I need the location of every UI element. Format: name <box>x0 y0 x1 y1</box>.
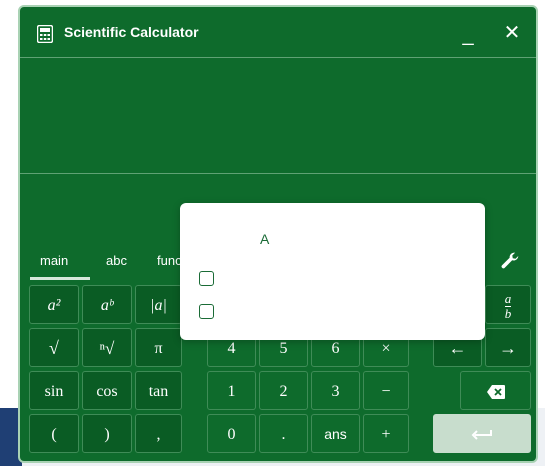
fraction-denominator: b <box>504 306 512 321</box>
key-tan[interactable]: tan <box>135 371 182 410</box>
minimize-button[interactable]: _ <box>456 25 480 49</box>
key-2-label: 2 <box>279 383 288 400</box>
key-nth-root[interactable]: ⁿ√ <box>82 328 132 367</box>
key-ans-label: ans <box>324 426 347 442</box>
key-a-squared[interactable]: a² <box>29 285 79 324</box>
wrench-icon[interactable] <box>499 250 521 272</box>
key-plus[interactable]: + <box>363 414 409 453</box>
key-square-root-label: √ <box>49 338 59 358</box>
key-ans[interactable]: ans <box>311 414 360 453</box>
key-plus-label: + <box>381 426 391 443</box>
dialog-checkbox-2[interactable] <box>199 304 214 319</box>
fraction-glyph: a b <box>504 291 512 321</box>
key-right-paren-label: ) <box>104 426 110 443</box>
key-square-root[interactable]: √ <box>29 328 79 367</box>
tab-main[interactable]: main <box>29 253 91 280</box>
backspace-icon <box>486 385 505 400</box>
key-decimal-label: . <box>281 426 286 443</box>
arrow-right-icon: → <box>499 338 517 358</box>
tab-abc[interactable]: abc <box>106 253 127 268</box>
key-nth-root-label: ⁿ√ <box>99 339 115 358</box>
key-sin-label: sin <box>44 383 64 400</box>
key-comma-label: , <box>156 426 161 443</box>
dialog-label: A <box>260 231 270 247</box>
key-tan-label: tan <box>148 383 169 400</box>
key-absolute[interactable]: |a| <box>135 285 182 324</box>
key-3[interactable]: 3 <box>311 371 360 410</box>
close-button[interactable]: ✕ <box>498 19 526 47</box>
key-fraction[interactable]: a b <box>485 285 531 324</box>
key-a-squared-label: a² <box>47 297 61 314</box>
key-decimal[interactable]: . <box>259 414 308 453</box>
key-backspace[interactable]: ⌫ <box>460 371 531 410</box>
key-1-label: 1 <box>227 383 236 400</box>
key-a-power-b[interactable]: aᵇ <box>82 285 132 324</box>
math-display[interactable] <box>20 58 536 174</box>
key-left-paren-label: ( <box>51 426 57 443</box>
key-minus-label: − <box>381 383 391 400</box>
popup-dialog: A <box>180 203 485 340</box>
key-absolute-label: |a| <box>150 297 167 314</box>
key-pi[interactable]: π <box>135 328 182 367</box>
tab-func[interactable]: func <box>157 253 182 268</box>
dialog-checkbox-1[interactable] <box>199 271 214 286</box>
key-comma[interactable]: , <box>135 414 182 453</box>
key-1[interactable]: 1 <box>207 371 256 410</box>
title-bar[interactable]: Scientific Calculator _ ✕ <box>20 7 536 58</box>
key-cursor-right[interactable]: → <box>485 328 531 367</box>
enter-icon <box>471 430 492 441</box>
key-minus[interactable]: − <box>363 371 409 410</box>
window-title: Scientific Calculator <box>64 24 199 40</box>
key-enter[interactable]: ↵ <box>433 414 531 453</box>
key-right-paren[interactable]: ) <box>82 414 132 453</box>
key-left-paren[interactable]: ( <box>29 414 79 453</box>
key-cos[interactable]: cos <box>82 371 132 410</box>
key-2[interactable]: 2 <box>259 371 308 410</box>
fraction-numerator: a <box>504 291 512 306</box>
calculator-icon <box>37 25 53 43</box>
key-a-power-b-label: aᵇ <box>100 297 114 314</box>
key-0-label: 0 <box>227 426 236 443</box>
key-cos-label: cos <box>96 383 118 400</box>
key-sin[interactable]: sin <box>29 371 79 410</box>
key-pi-label: π <box>154 340 163 357</box>
key-3-label: 3 <box>331 383 340 400</box>
key-0[interactable]: 0 <box>207 414 256 453</box>
